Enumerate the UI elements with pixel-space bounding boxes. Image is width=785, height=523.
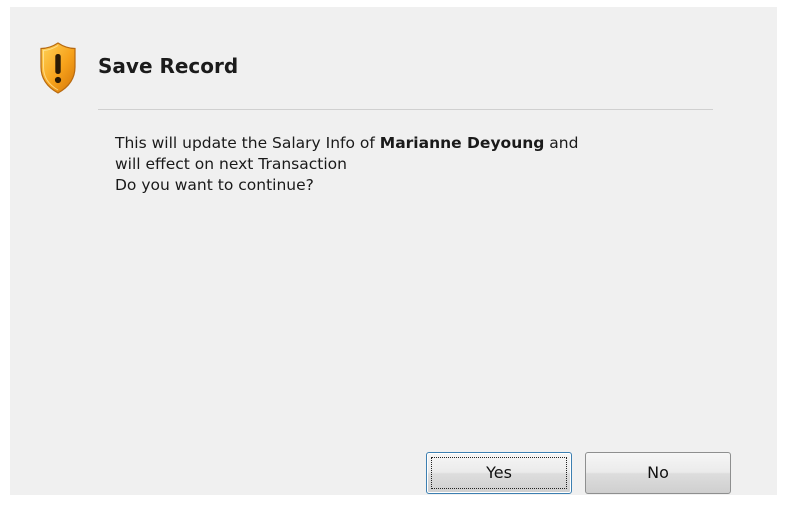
no-button-label: No xyxy=(647,463,669,482)
message-suffix: and xyxy=(544,134,579,152)
title-divider xyxy=(98,109,713,110)
message-line-1: This will update the Salary Info of Mari… xyxy=(115,133,705,154)
employee-name: Marianne Deyoung xyxy=(379,134,545,152)
message-line-3: Do you want to continue? xyxy=(115,176,314,194)
message-prefix: This will update the Salary Info of xyxy=(115,134,380,152)
shield-warning-icon xyxy=(40,42,76,94)
dialog-message: This will update the Salary Info of Mari… xyxy=(115,133,705,196)
save-record-dialog: Save Record This will update the Salary … xyxy=(10,7,777,495)
yes-button[interactable]: Yes xyxy=(426,452,572,494)
no-button[interactable]: No xyxy=(585,452,731,494)
focus-ring xyxy=(431,457,567,489)
dialog-title: Save Record xyxy=(98,54,239,78)
message-line-2: will effect on next Transaction xyxy=(115,155,347,173)
